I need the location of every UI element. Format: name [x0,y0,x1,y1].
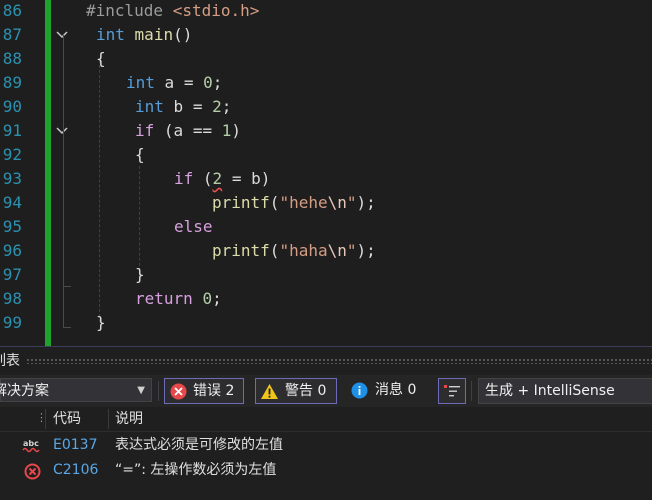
errors-filter-button[interactable]: 错误 2 [164,378,244,404]
warnings-filter-label: 警告 0 [285,383,327,399]
line-number: 87 [2,25,22,44]
indent-guide [139,166,140,276]
line-number: 97 [2,265,22,284]
error-icon [24,463,41,480]
filter-options-button[interactable] [438,378,466,404]
code-line-88: { [96,49,106,68]
scope-dropdown[interactable]: 解决方案 ▼ [0,378,152,402]
messages-filter-label: 消息 0 [375,382,417,398]
code-line-94: printf("hehe\n"); [212,193,376,212]
error-description: “=”: 左操作数必须为左值 [115,462,277,478]
line-number: 93 [2,169,22,188]
error-icon [170,383,187,400]
change-tracking-bar [45,0,51,346]
code-line-86: #include <stdio.h> [86,1,260,20]
panel-title-bar[interactable]: 列表 [0,347,652,375]
warnings-filter-button[interactable]: 警告 0 [255,378,337,404]
line-number: 91 [2,121,22,140]
line-number: 92 [2,145,22,164]
line-number: 94 [2,193,22,212]
error-squiggle[interactable]: 2 [213,169,223,188]
code-line-98: return 0; [135,289,222,308]
line-number: 98 [2,289,22,308]
build-source-dropdown[interactable]: 生成 + IntelliSense [478,378,652,404]
error-description: 表达式必须是可修改的左值 [115,437,283,453]
code-line-87: int main() [96,25,193,44]
line-number: 99 [2,313,22,332]
code-line-96: printf("haha\n"); [212,241,376,260]
error-row[interactable]: abc E0137 表达式必须是可修改的左值 [0,433,652,458]
svg-text:abc: abc [23,439,39,448]
error-row[interactable]: C2106 “=”: 左操作数必须为左值 [0,458,652,483]
toolbar-separator [158,381,159,401]
code-line-97: } [135,265,145,284]
fold-region-line [63,131,71,287]
code-line-99: } [96,313,106,332]
dropdown-arrow-icon: ▼ [137,385,145,396]
line-number: 86 [2,1,22,20]
error-code: E0137 [53,437,98,453]
line-number: 90 [2,97,22,116]
panel-title: 列表 [0,353,20,369]
line-number: 88 [2,49,22,68]
warning-icon [261,384,278,399]
column-header-code[interactable]: 代码 [53,407,81,431]
indent-guide [99,60,100,322]
error-code: C2106 [53,462,99,478]
column-header-description[interactable]: 说明 [115,407,143,431]
error-list-toolbar: 解决方案 ▼ 错误 2 警告 0 消息 0 [0,375,652,407]
code-editor[interactable]: 86 87 88 89 90 91 92 93 94 95 96 97 98 99 #include <s… [0,0,652,346]
build-source-value: 生成 + IntelliSense [485,383,615,399]
column-divider [108,409,109,429]
drag-handle[interactable] [26,358,652,364]
line-number: 95 [2,217,22,236]
error-list-header: ⋮ 代码 说明 [0,407,652,432]
error-list-panel: 列表 解决方案 ▼ 错误 2 警告 0 [0,346,652,500]
column-divider [45,409,46,429]
toolbar-separator [471,381,472,401]
line-number: 96 [2,241,22,260]
errors-filter-label: 错误 2 [193,383,235,399]
scope-dropdown-value: 解决方案 [0,383,49,399]
code-line-91: if (a == 1) [135,121,242,140]
code-line-92: { [135,145,145,164]
filter-list-icon [444,385,460,397]
info-icon [351,382,368,399]
code-line-95: else [174,217,213,236]
code-line-90: int b = 2; [135,97,232,116]
line-number: 89 [2,73,22,92]
code-line-93: if (2 = b) [174,169,271,188]
intellisense-error-icon: abc [22,439,40,453]
code-line-89: int a = 0; [126,73,223,92]
messages-filter-button[interactable]: 消息 0 [348,378,428,404]
